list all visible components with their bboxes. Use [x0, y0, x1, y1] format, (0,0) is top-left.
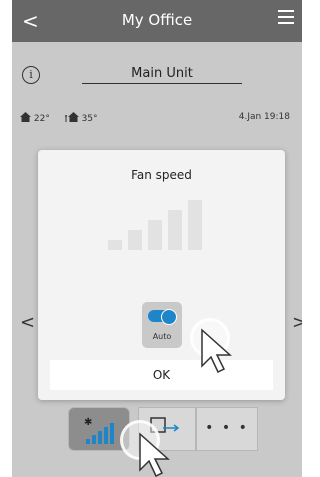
- auto-toggle-button[interactable]: Auto: [142, 302, 182, 348]
- more-icon: • • •: [205, 420, 249, 436]
- auto-toggle[interactable]: [148, 309, 177, 325]
- pointer-cursor-icon: [201, 328, 232, 374]
- auto-label: Auto: [152, 332, 172, 341]
- fan-speed-level-bars[interactable]: [108, 198, 228, 250]
- chevron-left-icon[interactable]: <: [20, 312, 35, 333]
- page-title: My Office: [121, 11, 193, 29]
- indoor-temp: 22°: [33, 114, 50, 124]
- temperature-readout: 22° 35°: [20, 112, 110, 124]
- fan-speed-bar: [188, 200, 202, 250]
- info-icon[interactable]: i: [22, 66, 40, 84]
- fan-speed-icon: ✱: [84, 417, 114, 444]
- fan-speed-bar: [168, 210, 182, 250]
- fan-speed-bar: [128, 230, 142, 250]
- outdoor-temp: 35°: [81, 114, 98, 124]
- dialog-title: Fan speed: [131, 168, 192, 182]
- fan-speed-bar: [108, 240, 122, 250]
- tab-more[interactable]: • • •: [196, 407, 258, 451]
- datetime: 4.Jan 19:18: [238, 112, 290, 122]
- unit-row: i Main Unit: [12, 66, 302, 92]
- fan-speed-bar: [148, 220, 162, 250]
- top-bar: < My Office: [12, 0, 302, 42]
- app-screen: < My Office i Main Unit 22° 35° 4.Jan 19…: [12, 0, 302, 477]
- fan-speed-dialog: Fan speed Auto OK: [38, 150, 285, 400]
- unit-name[interactable]: Main Unit: [82, 66, 242, 84]
- hamburger-menu-icon[interactable]: [278, 10, 294, 24]
- svg-text:✱: ✱: [84, 417, 92, 428]
- pointer-cursor-icon: [139, 432, 170, 477]
- chevron-right-icon[interactable]: >: [292, 312, 302, 333]
- ok-button[interactable]: OK: [50, 360, 273, 390]
- house-outdoor-icon: [64, 112, 79, 122]
- house-icon: [20, 112, 31, 122]
